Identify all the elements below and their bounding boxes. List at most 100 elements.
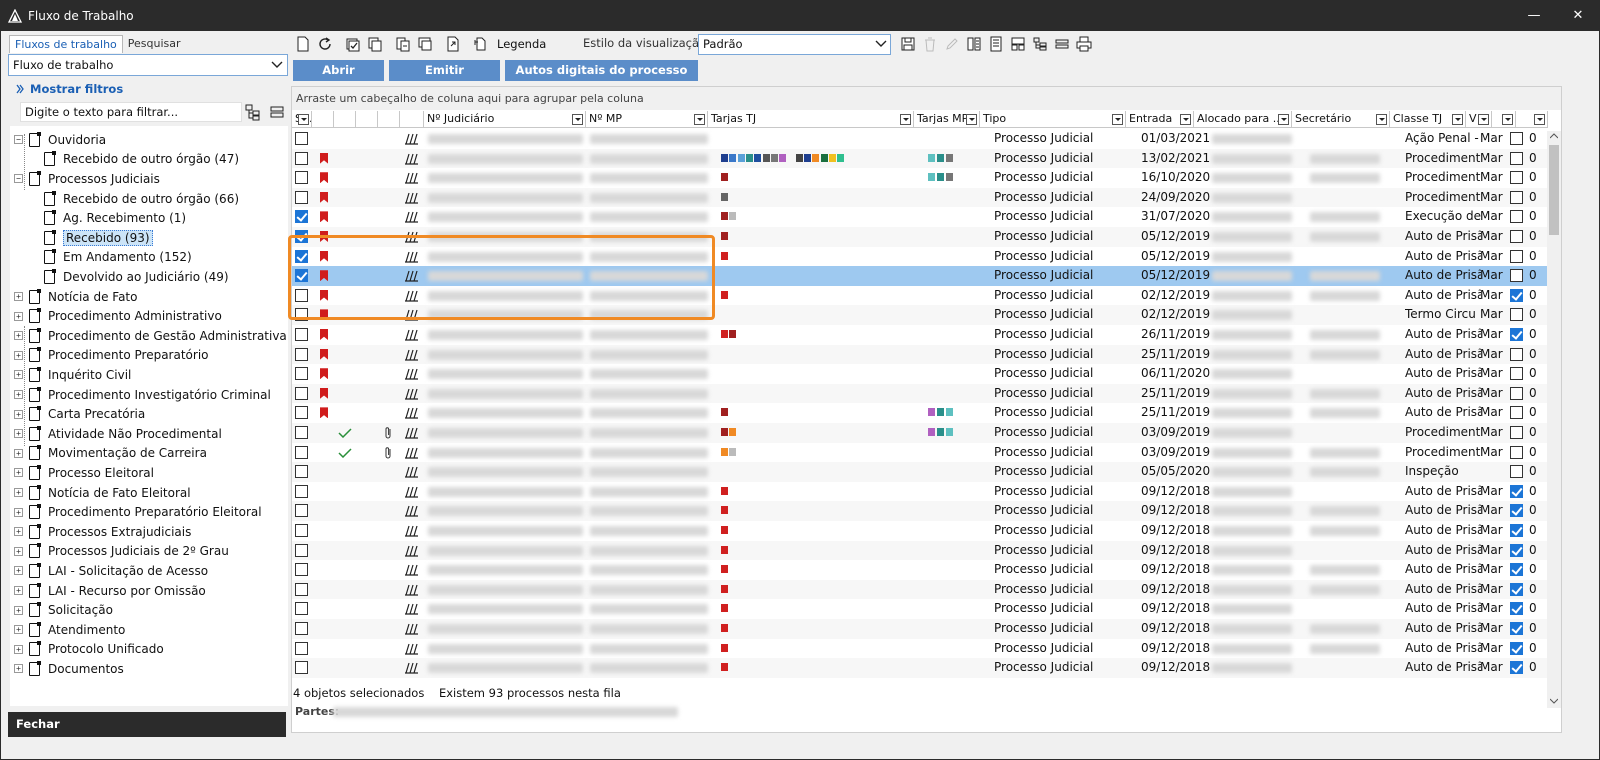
- export-icon[interactable]: [443, 34, 463, 54]
- table-row[interactable]: Processo Judicial 05/05/2020 Inspeção 0: [292, 462, 1548, 482]
- attachment-header-icon[interactable]: [378, 111, 400, 128]
- table-row[interactable]: Processo Judicial 03/09/2019 Procediment Ma…: [292, 423, 1548, 443]
- tree-node[interactable]: + Procedimento Preparatório Eleitoral: [14, 502, 262, 522]
- table-row[interactable]: Processo Judicial 13/02/2021 Procediment Ma…: [292, 148, 1548, 169]
- expand-icon[interactable]: +: [14, 664, 23, 674]
- filter-dropdown-icon[interactable]: [1112, 114, 1123, 125]
- digital-records-icon[interactable]: [404, 328, 420, 342]
- column-header[interactable]: S...: [292, 111, 312, 128]
- column-header[interactable]: [1516, 111, 1548, 128]
- row-select-checkbox[interactable]: [295, 406, 308, 420]
- digital-records-icon[interactable]: [404, 485, 420, 499]
- digital-records-icon[interactable]: [404, 406, 420, 420]
- row-flag-checkbox[interactable]: [1510, 426, 1523, 439]
- expand-icon[interactable]: +: [14, 429, 23, 439]
- column-header[interactable]: Tarjas MP: [914, 111, 980, 128]
- filter-dropdown-icon[interactable]: [1478, 114, 1489, 125]
- expand-icon[interactable]: +: [14, 409, 23, 419]
- table-row[interactable]: Processo Judicial 25/11/2019 Auto de Prisã…: [292, 403, 1548, 423]
- show-filters-link[interactable]: Mostrar filtros: [16, 82, 123, 96]
- check-header-icon[interactable]: [334, 111, 356, 128]
- column-header[interactable]: Secretário: [1292, 111, 1390, 128]
- row-select-checkbox[interactable]: [295, 210, 308, 224]
- link-header-icon[interactable]: [356, 111, 378, 128]
- tree-node[interactable]: + Procedimento Administrativo: [14, 306, 222, 326]
- tree-node[interactable]: + Protocolo Unificado: [14, 640, 164, 660]
- digital-records-icon[interactable]: [404, 171, 420, 185]
- digital-records-icon[interactable]: [404, 504, 420, 518]
- expand-icon[interactable]: +: [14, 350, 23, 360]
- row-flag-checkbox[interactable]: [1510, 190, 1523, 204]
- digital-records-icon[interactable]: [404, 563, 420, 577]
- row-select-checkbox[interactable]: [295, 582, 308, 596]
- columns-icon[interactable]: [964, 34, 984, 54]
- row-select-checkbox[interactable]: [295, 151, 308, 165]
- emit-document-button[interactable]: Emitir documento: [389, 60, 500, 98]
- digital-records-icon[interactable]: [404, 132, 420, 146]
- row-select-checkbox[interactable]: [295, 661, 308, 675]
- group-icon[interactable]: [1030, 34, 1050, 54]
- expand-icon[interactable]: +: [14, 370, 23, 380]
- row-select-checkbox[interactable]: [295, 504, 308, 518]
- filter-dropdown-icon[interactable]: [1452, 114, 1463, 125]
- table-row[interactable]: Processo Judicial 26/11/2019 Auto de Prisã…: [292, 325, 1548, 345]
- row-select-checkbox[interactable]: [295, 426, 308, 439]
- filter-dropdown-icon[interactable]: [1534, 114, 1545, 125]
- row-flag-checkbox[interactable]: [1510, 504, 1523, 518]
- row-select-checkbox[interactable]: [295, 445, 308, 459]
- digital-records-icon[interactable]: [404, 602, 420, 616]
- row-flag-checkbox[interactable]: [1510, 230, 1523, 243]
- table-row[interactable]: Processo Judicial 24/09/2020 Procediment Ma…: [292, 187, 1548, 208]
- tree-node[interactable]: + Atendimento: [14, 620, 125, 640]
- digital-records-icon[interactable]: [404, 387, 420, 401]
- row-flag-checkbox[interactable]: [1510, 524, 1523, 537]
- tab-pesquisar[interactable]: Pesquisar: [123, 35, 186, 53]
- tree-node[interactable]: + Procedimento Preparatório: [14, 346, 209, 366]
- tree-node[interactable]: + Notícia de Fato: [14, 287, 137, 307]
- filter-dropdown-icon[interactable]: [298, 114, 309, 125]
- check-all-icon[interactable]: [343, 34, 363, 54]
- copy-icon[interactable]: [365, 34, 385, 54]
- digital-records-icon[interactable]: [404, 465, 420, 479]
- table-row[interactable]: Processo Judicial 09/12/2018 Auto de Prisã…: [292, 599, 1548, 619]
- digital-records-icon[interactable]: [404, 661, 420, 675]
- scroll-down-icon[interactable]: [1550, 698, 1558, 704]
- print-icon[interactable]: [1074, 34, 1094, 54]
- row-select-checkbox[interactable]: [295, 602, 308, 616]
- digital-records-icon[interactable]: [404, 524, 420, 538]
- tree-filter-input[interactable]: Digite o texto para filtrar...: [20, 102, 242, 122]
- row-select-checkbox[interactable]: [295, 347, 308, 361]
- tree-node[interactable]: + Atividade Não Procedimental: [14, 424, 222, 444]
- table-row[interactable]: Processo Judicial 16/10/2020 Procediment Ma…: [292, 168, 1548, 188]
- digital-records-icon[interactable]: [404, 191, 420, 205]
- tree-node[interactable]: Devolvido ao Judiciário (49): [44, 267, 229, 287]
- column-header[interactable]: Classe TJ: [1390, 111, 1466, 128]
- table-row[interactable]: Processo Judicial 25/11/2019 Auto de Prisã…: [292, 344, 1548, 365]
- expand-icon[interactable]: +: [14, 507, 23, 517]
- tree-node[interactable]: + Inquérito Civil: [14, 365, 131, 385]
- tree-node[interactable]: + LAI - Solicitação de Acesso: [14, 561, 208, 581]
- column-header[interactable]: Nº Judiciário: [424, 111, 586, 128]
- row-select-checkbox[interactable]: [295, 386, 308, 400]
- tree-node[interactable]: + Processos Extrajudiciais: [14, 522, 191, 542]
- filter-dropdown-icon[interactable]: [694, 114, 705, 125]
- expand-icon[interactable]: +: [14, 331, 23, 341]
- row-flag-checkbox[interactable]: [1510, 308, 1523, 322]
- row-select-checkbox[interactable]: [295, 367, 308, 381]
- row-flag-checkbox[interactable]: [1510, 661, 1523, 675]
- row-flag-checkbox[interactable]: [1510, 132, 1523, 145]
- digital-records-icon[interactable]: [404, 544, 420, 558]
- table-row[interactable]: Processo Judicial 09/12/2018 Auto de Prisã…: [292, 579, 1548, 600]
- scroll-up-icon[interactable]: [1550, 133, 1558, 139]
- filter-dropdown-icon[interactable]: [572, 114, 583, 125]
- column-header[interactable]: Entrada: [1126, 111, 1194, 128]
- report-icon[interactable]: [986, 34, 1006, 54]
- column-header[interactable]: [1492, 111, 1516, 128]
- row-flag-checkbox[interactable]: [1510, 210, 1523, 224]
- print-document-icon[interactable]: [415, 34, 435, 54]
- tree-node[interactable]: + Procedimento Investigatório Criminal: [14, 385, 271, 405]
- column-header[interactable]: V: [1466, 111, 1492, 128]
- filter-dropdown-icon[interactable]: [1376, 114, 1387, 125]
- filter-dropdown-icon[interactable]: [1502, 114, 1513, 125]
- save-icon[interactable]: [898, 34, 918, 54]
